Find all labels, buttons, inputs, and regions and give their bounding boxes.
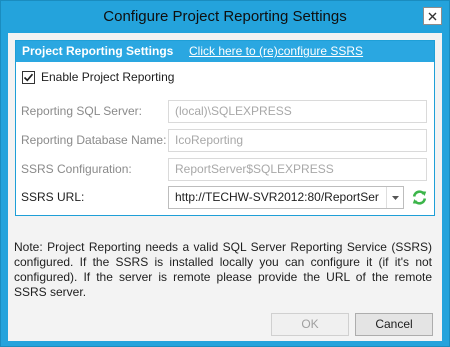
chevron-down-icon — [391, 195, 399, 200]
database-name-field: IcoReporting — [168, 129, 427, 152]
window-title: Configure Project Reporting Settings — [103, 8, 347, 25]
refresh-button[interactable] — [411, 189, 428, 206]
ssrs-url-combobox[interactable]: http://TECHW-SVR2012:80/ReportServe — [168, 186, 404, 209]
ssrs-url-label: SSRS URL: — [21, 190, 85, 204]
close-icon — [428, 12, 437, 20]
refresh-icon — [412, 190, 427, 205]
dialog-window: Configure Project Reporting Settings Pro… — [0, 0, 450, 347]
ssrs-config-field: ReportServer$SQLEXPRESS — [168, 158, 427, 181]
ssrs-note: Note: Project Reporting needs a valid SQ… — [14, 240, 432, 299]
enable-reporting-label: Enable Project Reporting — [41, 70, 175, 84]
ssrs-url-value[interactable]: http://TECHW-SVR2012:80/ReportServe — [175, 187, 379, 208]
group-title: Project Reporting Settings — [22, 44, 174, 58]
ok-button[interactable]: OK — [271, 313, 349, 336]
database-name-label: Reporting Database Name: — [21, 133, 167, 147]
dropdown-button[interactable] — [386, 187, 403, 208]
enable-reporting-row[interactable]: Enable Project Reporting — [22, 69, 174, 85]
cancel-button[interactable]: Cancel — [355, 313, 433, 336]
ssrs-config-label: SSRS Configuration: — [21, 162, 132, 176]
configure-ssrs-link[interactable]: Click here to (re)configure SSRS — [189, 41, 363, 62]
enable-reporting-checkbox[interactable] — [22, 70, 35, 84]
close-button[interactable] — [423, 7, 442, 25]
checkmark-icon — [23, 73, 34, 81]
sql-server-field: (local)\SQLEXPRESS — [168, 100, 427, 123]
group-header: Project Reporting Settings Click here to… — [16, 41, 434, 62]
title-bar[interactable]: Configure Project Reporting Settings — [1, 1, 449, 33]
dialog-body: Project Reporting Settings Click here to… — [8, 33, 442, 341]
reporting-settings-group: Project Reporting Settings Click here to… — [15, 40, 435, 216]
sql-server-label: Reporting SQL Server: — [21, 104, 142, 118]
